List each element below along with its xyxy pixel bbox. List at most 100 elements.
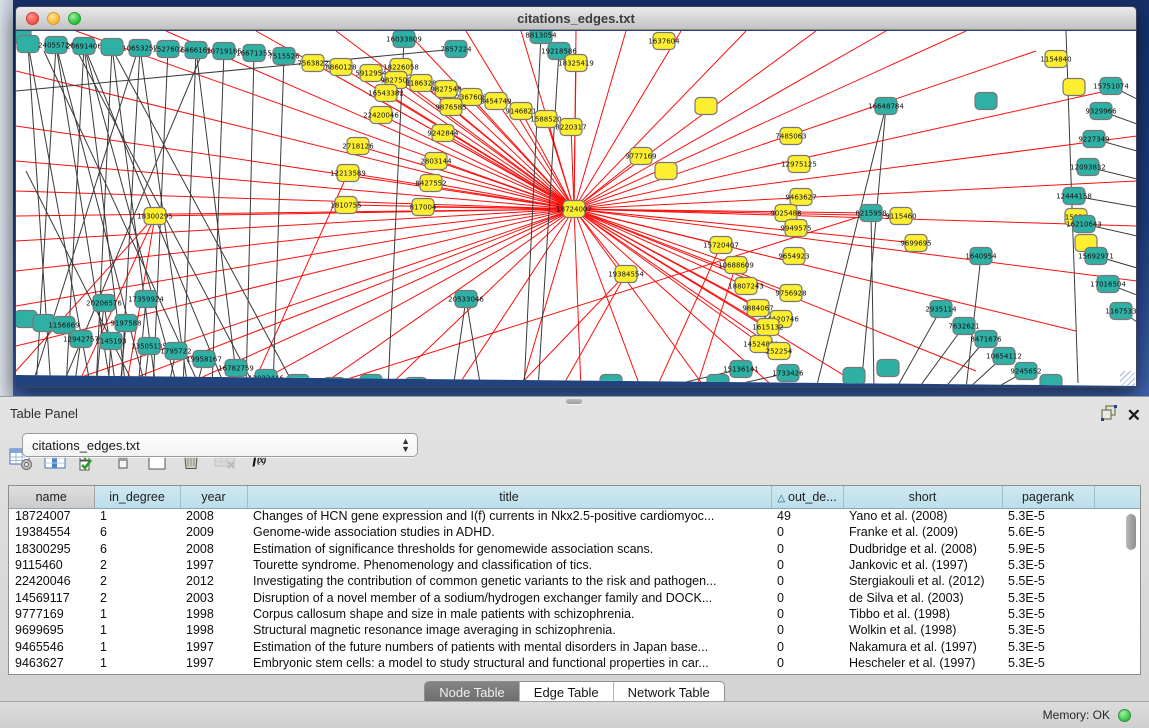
table-cell[interactable]: 0 [771,606,843,622]
table-cell[interactable]: 1998 [180,606,247,622]
network-view-window[interactable]: citations_edges.txt 24055724206914061065… [15,6,1137,388]
table-cell[interactable]: 2008 [180,541,247,557]
column-header-year[interactable]: year [180,486,247,508]
table-cell[interactable]: 1 [94,638,180,654]
table-cell[interactable]: 49 [771,508,843,524]
graph-node[interactable]: 8215958 [855,205,886,222]
graph-node[interactable]: 9884067 [742,300,773,317]
table-cell[interactable]: 1 [94,606,180,622]
table-cell[interactable]: 2009 [180,524,247,540]
graph-node[interactable]: 1167533 [1105,303,1136,320]
table-cell[interactable]: 5.6E-5 [1002,524,1094,540]
table-cell[interactable]: 5.3E-5 [1002,589,1094,605]
table-cell[interactable]: Tourette syndrome. Phenomenology and cla… [247,557,771,573]
table-cell[interactable]: 5.9E-5 [1002,541,1094,557]
graph-node[interactable]: 1615132 [752,319,783,336]
table-cell[interactable]: 5.3E-5 [1002,655,1094,671]
table-row[interactable]: 1456911722003Disruption of a novel membe… [9,589,1141,605]
graph-node[interactable]: 9245652 [1010,363,1041,380]
scrollbar-thumb[interactable] [1126,514,1136,550]
table-cell[interactable]: 9777169 [9,606,94,622]
table-cell[interactable]: 0 [771,541,843,557]
table-row[interactable]: 946362711997Embryonic stem cells: a mode… [9,655,1141,671]
graph-node[interactable] [655,163,677,180]
table-cell[interactable]: 9463627 [9,655,94,671]
graph-node[interactable]: 8427552 [415,175,446,192]
table-cell[interactable]: 2 [94,573,180,589]
table-cell[interactable]: 9465546 [9,638,94,654]
table-cell[interactable]: 1997 [180,655,247,671]
graph-node[interactable] [975,93,997,110]
table-cell[interactable]: 0 [771,573,843,589]
graph-node[interactable]: 9777169 [625,148,656,165]
table-cell[interactable]: de Silva et al. (2003) [843,589,1002,605]
graph-node[interactable]: 817004 [410,199,437,216]
table-cell[interactable]: 1 [94,622,180,638]
column-header-short[interactable]: short [843,486,1002,508]
network-canvas[interactable]: 2405572420691406106532571527602646616110… [16,31,1137,388]
network-window-titlebar[interactable]: citations_edges.txt [16,7,1136,30]
table-cell[interactable]: 1997 [180,557,247,573]
table-row[interactable]: 911546021997Tourette syndrome. Phenomeno… [9,557,1141,573]
graph-node[interactable] [323,378,345,389]
graph-node[interactable] [360,375,382,389]
table-cell[interactable]: 6 [94,541,180,557]
table-cell[interactable]: Jankovic et al. (1997) [843,557,1002,573]
table-scrollbar[interactable] [1126,512,1137,672]
graph-node[interactable] [405,378,427,389]
table-cell[interactable]: 19384554 [9,524,94,540]
graph-node[interactable] [707,375,729,389]
table-row[interactable]: 1872400712008Changes of HCN gene express… [9,508,1141,524]
graph-node[interactable]: 1154840 [1040,51,1071,68]
graph-node[interactable]: 9463627 [785,189,816,206]
table-cell[interactable]: 0 [771,524,843,540]
table-cell[interactable]: Nakamura et al. (1997) [843,638,1002,654]
table-cell[interactable]: 2012 [180,573,247,589]
table-cell[interactable]: Corpus callosum shape and size in male p… [247,606,771,622]
table-cell[interactable]: 9699695 [9,622,94,638]
graph-node[interactable]: 8220317 [555,119,586,136]
graph-node[interactable] [1063,79,1085,96]
table-cell[interactable]: 5.3E-5 [1002,508,1094,524]
column-header-in-degree[interactable]: in_degree [94,486,180,508]
table-row[interactable]: 2242004622012Investigating the contribut… [9,573,1141,589]
window-resize-grip[interactable] [1120,371,1135,386]
column-header-out-de-[interactable]: △out_de... [771,486,843,508]
graph-node[interactable] [17,36,39,53]
table-cell[interactable]: 9115460 [9,557,94,573]
table-row[interactable]: 946554611997Estimation of the future num… [9,638,1141,654]
graph-node[interactable]: 7563822 [297,55,328,72]
table-cell[interactable]: Disruption of a novel member of a sodium… [247,589,771,605]
table-cell[interactable]: Structural magnetic resonance image aver… [247,622,771,638]
float-panel-icon[interactable] [1101,405,1117,426]
graph-node[interactable]: 1810755 [330,197,361,214]
table-cell[interactable]: 2008 [180,508,247,524]
table-cell[interactable]: 0 [771,622,843,638]
panel-splitter-handle[interactable] [566,399,582,404]
graph-node[interactable]: 9949575 [780,220,811,237]
graph-node[interactable] [695,98,717,115]
table-cell[interactable]: 2003 [180,589,247,605]
table-cell[interactable]: Changes of HCN gene expression and I(f) … [247,508,771,524]
table-cell[interactable]: 5.3E-5 [1002,606,1094,622]
table-cell[interactable]: 1997 [180,638,247,654]
table-cell[interactable]: 14569117 [9,589,94,605]
graph-node[interactable] [287,375,309,389]
table-cell[interactable]: Genome-wide association studies in ADHD. [247,524,771,540]
table-row[interactable]: 969969511998Structural magnetic resonanc… [9,622,1141,638]
graph-node[interactable]: 9227349 [1078,131,1109,148]
table-selector-dropdown[interactable]: citations_edges.txt ▲▼ [22,433,418,457]
citation-edge-black[interactable] [259,378,266,388]
table-cell[interactable]: 5.3E-5 [1002,622,1094,638]
table-row[interactable]: 977716911998Corpus callosum shape and si… [9,606,1141,622]
graph-node[interactable]: 9756928 [775,285,806,302]
table-cell[interactable]: 0 [771,557,843,573]
table-cell[interactable]: 5.5E-5 [1002,573,1094,589]
table-cell[interactable]: Estimation of the future numbers of pati… [247,638,771,654]
table-cell[interactable]: 0 [771,589,843,605]
graph-node[interactable]: 8860128 [325,59,356,76]
column-header-name[interactable]: name [9,486,94,508]
graph-node[interactable]: 9876585 [435,99,466,116]
column-header-title[interactable]: title [247,486,771,508]
graph-node[interactable]: 9197588 [110,315,141,332]
